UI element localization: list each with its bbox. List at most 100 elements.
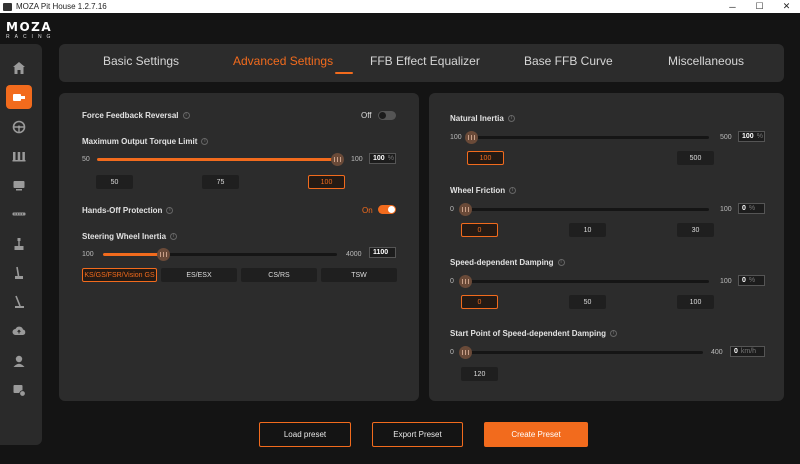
natural-inertia-preset-500[interactable]: 500 — [677, 151, 714, 165]
torque-slider-handle[interactable] — [331, 153, 344, 166]
wheel-friction-slider-handle[interactable] — [459, 203, 472, 216]
sidebar-item-dashboard[interactable] — [6, 173, 32, 197]
dashboard-icon — [13, 181, 25, 191]
natural-inertia-label: Natural Inertia i — [450, 114, 515, 123]
torque-slider-track[interactable] — [97, 153, 344, 166]
natural-inertia-unit: % — [756, 133, 763, 140]
info-icon[interactable]: i — [610, 330, 618, 338]
torque-slider-fill — [97, 158, 337, 161]
tab-ffb-effect-equalizer[interactable]: FFB Effect Equalizer — [370, 54, 480, 68]
damping-start-slider-handle[interactable] — [459, 346, 472, 359]
damping-start-value-input[interactable]: 0 km/h — [730, 346, 765, 357]
wheel-friction-label-text: Wheel Friction — [450, 186, 506, 195]
natural-inertia-label-text: Natural Inertia — [450, 114, 504, 123]
info-icon[interactable]: i — [170, 233, 178, 241]
sidebar-item-home[interactable] — [6, 56, 32, 80]
close-button[interactable]: ✕ — [773, 1, 800, 12]
sidebar-item-cloud[interactable] — [6, 319, 32, 343]
wheelbase-icon — [13, 94, 25, 101]
inertia-slider-handle[interactable] — [156, 248, 170, 261]
sidebar-item-handbrake[interactable] — [6, 232, 32, 256]
inertia-preset-ks[interactable]: KS/GS/FSR/Vision GS — [82, 268, 157, 282]
ffb-reversal-label: Force Feedback Reversal i — [82, 111, 190, 120]
wheel-friction-label: Wheel Friction i — [450, 186, 517, 195]
inertia-max: 4000 — [346, 251, 362, 258]
info-icon[interactable]: i — [557, 259, 565, 267]
inertia-value: 1100 — [373, 249, 389, 256]
inertia-slider-track[interactable] — [103, 248, 337, 261]
damping-start-min: 0 — [450, 349, 454, 356]
cloud-upload-icon — [12, 326, 26, 335]
speed-damping-preset-0[interactable]: 0 — [461, 295, 498, 309]
wheel-friction-value-input[interactable]: 0% — [738, 203, 765, 214]
tab-miscellaneous[interactable]: Miscellaneous — [668, 54, 744, 68]
export-preset-button[interactable]: Export Preset — [372, 422, 463, 447]
speed-damping-preset-50[interactable]: 50 — [569, 295, 606, 309]
inertia-preset-cs[interactable]: CS/RS — [241, 268, 317, 282]
torque-value: 100 — [373, 155, 385, 162]
natural-inertia-slider-handle[interactable] — [465, 131, 478, 144]
info-icon[interactable]: i — [182, 112, 190, 120]
speed-damping-value: 0 — [742, 277, 746, 284]
torque-preset-100[interactable]: 100 — [308, 175, 345, 189]
natural-inertia-value-input[interactable]: 100% — [738, 131, 765, 142]
damping-start-slider-track[interactable] — [459, 346, 703, 359]
inertia-preset-es[interactable]: ES/ESX — [161, 268, 237, 282]
natural-inertia-preset-100[interactable]: 100 — [467, 151, 504, 165]
natural-inertia-max: 500 — [720, 134, 732, 141]
window-title: MOZA Pit House 1.2.7.16 — [16, 2, 107, 11]
sidebar-item-pedals[interactable] — [6, 144, 32, 168]
natural-inertia-slider-track[interactable] — [465, 131, 709, 144]
tab-basic-settings[interactable]: Basic Settings — [103, 54, 179, 68]
natural-inertia-min: 100 — [450, 134, 462, 141]
speed-damping-label: Speed-dependent Damping i — [450, 258, 565, 267]
maximize-button[interactable]: ☐ — [746, 1, 773, 12]
info-icon[interactable]: i — [201, 138, 209, 146]
speed-damping-slider-track[interactable] — [459, 275, 709, 288]
info-icon[interactable]: i — [166, 207, 174, 215]
damping-start-label-text: Start Point of Speed-dependent Damping — [450, 329, 607, 338]
steering-wheel-icon — [12, 120, 26, 134]
torque-preset-75[interactable]: 75 — [202, 175, 239, 189]
inertia-label: Steering Wheel Inertia i — [82, 232, 178, 241]
speed-damping-unit: % — [748, 277, 756, 284]
sidebar-item-steering-wheel[interactable] — [6, 115, 32, 139]
inertia-preset-tsw[interactable]: TSW — [321, 268, 397, 282]
sidebar-item-led-bar[interactable] — [6, 202, 32, 226]
home-icon — [13, 62, 25, 74]
logo-brand: MOZA — [6, 20, 53, 34]
speed-damping-preset-100[interactable]: 100 — [677, 295, 714, 309]
damping-start-value: 0 — [734, 348, 738, 355]
inertia-min: 100 — [82, 251, 94, 258]
sidebar-item-shifter[interactable] — [6, 261, 32, 285]
sidebar-item-support[interactable] — [6, 378, 32, 402]
damping-start-preset-120[interactable]: 120 — [461, 367, 498, 381]
torque-value-input[interactable]: 100% — [369, 153, 396, 164]
info-icon[interactable]: i — [507, 115, 515, 123]
speed-damping-label-text: Speed-dependent Damping — [450, 258, 554, 267]
sidebar-item-user[interactable] — [6, 349, 32, 373]
active-tab-indicator — [335, 72, 353, 74]
sidebar-item-sequential-shifter[interactable] — [6, 290, 32, 314]
sidebar-item-wheelbase[interactable] — [6, 85, 32, 109]
torque-preset-50[interactable]: 50 — [96, 175, 133, 189]
hands-off-toggle[interactable] — [378, 205, 396, 214]
wheel-friction-preset-0[interactable]: 0 — [461, 223, 498, 237]
speed-damping-slider-handle[interactable] — [459, 275, 472, 288]
inertia-value-input[interactable]: 1100 — [369, 247, 396, 258]
moza-logo: MOZA RACING — [6, 20, 55, 40]
logo-sub: RACING — [6, 34, 56, 40]
wheel-friction-preset-10[interactable]: 10 — [569, 223, 606, 237]
toggle-knob — [388, 206, 395, 213]
tab-base-ffb-curve[interactable]: Base FFB Curve — [524, 54, 613, 68]
load-preset-button[interactable]: Load preset — [259, 422, 351, 447]
create-preset-button[interactable]: Create Preset — [484, 422, 588, 447]
info-icon[interactable]: i — [509, 187, 517, 195]
minimize-button[interactable]: ─ — [719, 2, 746, 12]
speed-damping-value-input[interactable]: 0% — [738, 275, 765, 286]
tab-advanced-settings[interactable]: Advanced Settings — [233, 54, 333, 68]
wheel-friction-slider-track[interactable] — [459, 203, 709, 216]
sidebar — [0, 44, 42, 445]
ffb-reversal-toggle[interactable] — [378, 111, 396, 120]
wheel-friction-preset-30[interactable]: 30 — [677, 223, 714, 237]
